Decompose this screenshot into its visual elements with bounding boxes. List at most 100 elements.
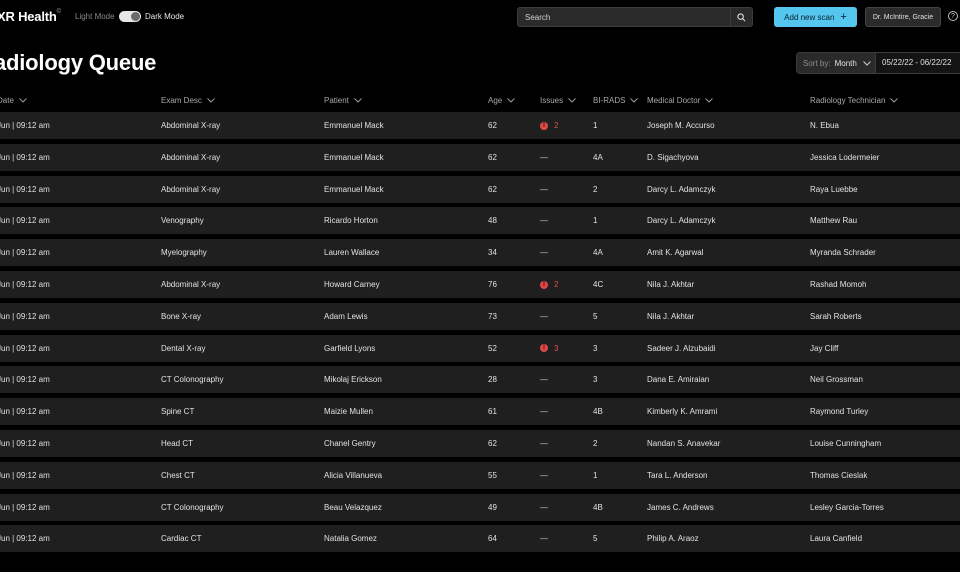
birads-cell: 2 <box>593 184 598 194</box>
table-row[interactable]: Jun | 09:12 am Spine CT Maizie Mullen 61 — 4B… <box>0 398 960 426</box>
birads-cell: 4C <box>593 280 604 289</box>
table-row[interactable]: Jun | 09:12 am Abdominal X-ray Emmanuel Ma… <box>0 143 960 171</box>
patient-cell: Beau Velazquez <box>324 502 382 512</box>
top-bar: XR Health© Light Mode Dark Mode Add new … <box>0 0 960 34</box>
column-header-label: Patient <box>324 96 349 105</box>
patient-cell: Chanel Gentry <box>324 439 376 448</box>
doctor-cell: D. Sigachyova <box>647 152 699 162</box>
patient-cell: Lauren Wallace <box>324 248 380 258</box>
table-row[interactable]: Jun | 09:12 am Chest CT Alicia Villanueva 5… <box>0 461 960 489</box>
table-row[interactable]: Jun | 09:12 am Myelography Lauren Wallace 3… <box>0 239 960 267</box>
logo[interactable]: XR Health© <box>0 9 61 24</box>
add-new-scan-button[interactable]: Add new scan + <box>774 7 857 27</box>
sort-label: Sort by: <box>803 58 831 68</box>
user-menu-button[interactable]: Dr. McIntire, Gracie <box>865 7 941 27</box>
patient-cell: Alicia Villanueva <box>324 470 383 480</box>
issue-indicator[interactable]: ! 3 <box>540 344 558 353</box>
no-issues: — <box>540 248 548 258</box>
theme-toggle[interactable] <box>119 11 141 22</box>
table-row[interactable]: Jun | 09:12 am Abdominal X-ray Howard Carn… <box>0 271 960 298</box>
no-issues: — <box>540 375 548 385</box>
technician-cell: Rashad Momoh <box>810 280 867 289</box>
no-issues: — <box>540 439 548 448</box>
issues-cell: ! 3 <box>540 344 558 353</box>
issue-indicator[interactable]: ! 2 <box>540 280 558 289</box>
birads-cell: 4B <box>593 407 603 417</box>
birads-cell: 4B <box>593 502 603 512</box>
technician-cell: Lesley Garcia-Torres <box>810 502 884 512</box>
column-header[interactable]: Date <box>0 96 27 105</box>
table-row[interactable]: Jun | 09:12 am Abdominal X-ray Emmanuel Ma… <box>0 112 960 139</box>
birads-cell: 1 <box>593 470 598 480</box>
birads-cell: 1 <box>593 121 598 130</box>
exam-cell: Abdominal X-ray <box>161 152 221 162</box>
table-row[interactable]: Jun | 09:12 am CT Colonography Beau Velazq… <box>0 493 960 521</box>
table-row[interactable]: Jun | 09:12 am Venography Ricardo Horton 48… <box>0 207 960 235</box>
birads-cell: 1 <box>593 216 598 226</box>
issues-cell: — <box>540 503 548 512</box>
search-button[interactable] <box>730 8 752 26</box>
table-row[interactable]: Jun | 09:12 am CT Colonography Mikolaj Eri… <box>0 366 960 394</box>
toggle-knob <box>131 12 140 21</box>
issues-cell: — <box>540 439 548 448</box>
table-row[interactable]: Jun | 09:12 am Head CT Chanel Gentry 62 — 2 Na… <box>0 430 960 457</box>
chevron-down-icon <box>507 98 516 103</box>
dark-mode-label: Dark Mode <box>145 12 185 21</box>
column-header[interactable]: Issues <box>540 96 576 105</box>
add-new-scan-label: Add new scan <box>784 12 835 22</box>
alert-icon: ! <box>540 121 548 130</box>
column-header[interactable]: Medical Doctor <box>647 96 714 105</box>
age-cell: 55 <box>488 470 497 480</box>
no-issues: — <box>540 534 548 544</box>
issue-indicator[interactable]: ! 2 <box>540 121 558 130</box>
doctor-cell: Dana E. Amiraian <box>647 375 710 385</box>
patient-cell: Mikolaj Erickson <box>324 375 382 385</box>
date-range-picker[interactable]: 05/22/22 - 06/22/22 <box>882 58 951 67</box>
issues-cell: — <box>540 185 548 194</box>
issues-cell: — <box>540 312 548 321</box>
column-header[interactable]: Patient <box>324 96 362 105</box>
age-cell: 52 <box>488 343 497 353</box>
column-header[interactable]: Exam Desc <box>161 96 215 105</box>
birads-cell: 5 <box>593 534 598 544</box>
trademark-icon: © <box>56 9 61 15</box>
birads-cell: 2 <box>593 439 598 448</box>
birads-cell: 4A <box>593 248 603 258</box>
patient-cell: Emmanuel Mack <box>324 121 384 130</box>
help-icon[interactable]: ? <box>948 11 958 21</box>
issues-cell: — <box>540 375 548 384</box>
age-cell: 28 <box>488 375 497 385</box>
issues-cell: — <box>540 153 548 162</box>
issues-cell: — <box>540 407 548 416</box>
issues-cell: — <box>540 534 548 543</box>
issues-cell: — <box>540 471 548 480</box>
search-icon <box>737 12 746 21</box>
age-cell: 62 <box>488 121 497 130</box>
no-issues: — <box>540 470 548 480</box>
sort-dropdown[interactable]: Sort by: Month <box>797 53 876 73</box>
table-row[interactable]: Jun | 09:12 am Cardiac CT Natalia Gomez 64 —… <box>0 525 960 553</box>
date-cell: Jun | 09:12 am <box>0 280 50 289</box>
date-cell: Jun | 09:12 am <box>0 152 50 162</box>
date-cell: Jun | 09:12 am <box>0 248 50 258</box>
issues-cell: — <box>540 216 548 225</box>
column-header-label: Radiology Technician <box>810 96 886 105</box>
chevron-down-icon <box>568 98 576 103</box>
page-title: adiology Queue <box>0 50 157 75</box>
exam-cell: Cardiac CT <box>161 534 202 544</box>
search-input[interactable] <box>525 11 725 24</box>
patient-cell: Emmanuel Mack <box>324 152 384 162</box>
table-row[interactable]: Jun | 09:12 am Bone X-ray Adam Lewis 73 — 5 Ni… <box>0 302 960 330</box>
column-header[interactable]: Radiology Technician <box>810 96 899 105</box>
date-cell: Jun | 09:12 am <box>0 121 50 130</box>
logo-text: XR Health <box>0 9 57 24</box>
sort-value: Month <box>834 58 857 68</box>
age-cell: 73 <box>488 311 497 321</box>
table-row[interactable]: Jun | 09:12 am Abdominal X-ray Emmanuel Ma… <box>0 175 960 203</box>
table-row[interactable]: Jun | 09:12 am Dental X-ray Garfield Lyons… <box>0 334 960 362</box>
column-header[interactable]: BI-RADS <box>593 96 639 105</box>
column-header-label: Date <box>0 96 14 105</box>
exam-cell: Chest CT <box>161 470 195 480</box>
column-header[interactable]: Age <box>488 96 516 105</box>
doctor-cell: James C. Andrews <box>647 502 714 512</box>
